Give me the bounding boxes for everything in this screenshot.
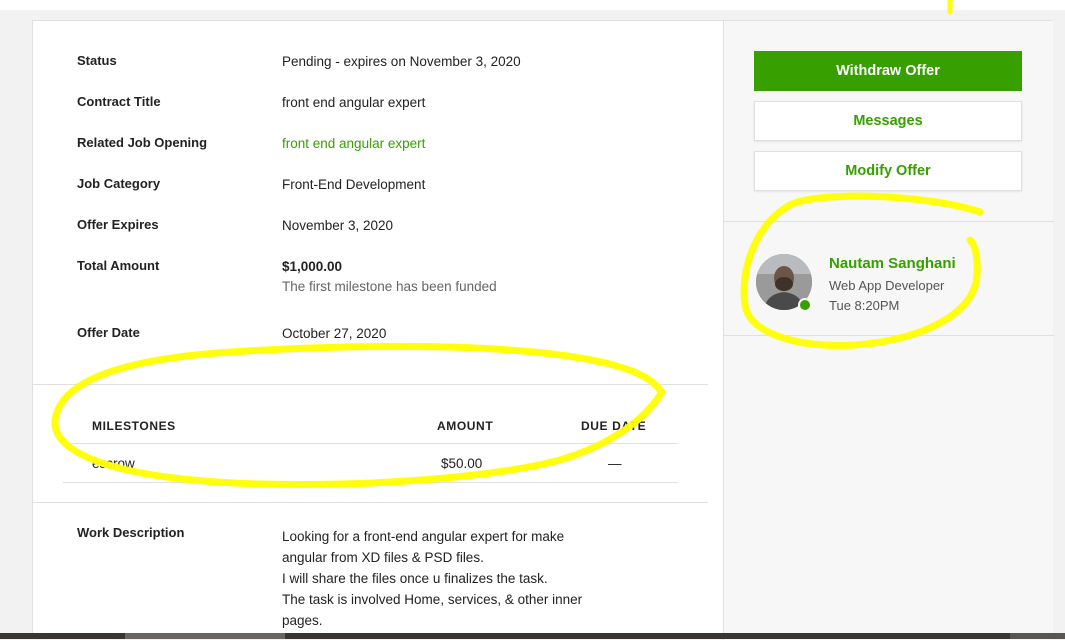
detail-label: Offer Expires bbox=[77, 217, 159, 232]
detail-label: Job Category bbox=[77, 176, 161, 191]
detail-value: front end angular expert bbox=[282, 95, 426, 110]
milestone-name: escrow bbox=[92, 456, 135, 471]
detail-label: Related Job Opening bbox=[77, 135, 208, 150]
top-strip bbox=[0, 0, 1065, 10]
detail-value: Pending - expires on November 3, 2020 bbox=[282, 54, 521, 69]
freelancer-title: Web App Developer bbox=[829, 278, 945, 293]
detail-value: Front-End Development bbox=[282, 177, 426, 192]
total-amount-value: $1,000.00 bbox=[282, 259, 343, 274]
description-line: The task is involved Home, services, & o… bbox=[282, 592, 583, 607]
work-description-label: Work Description bbox=[77, 525, 185, 540]
offer-card: Status Pending - expires on November 3, … bbox=[32, 20, 1054, 640]
milestones-header: MILESTONES bbox=[92, 419, 176, 433]
description-line: I will share the files once u finalizes … bbox=[282, 571, 548, 586]
amount-header: AMOUNT bbox=[437, 419, 494, 433]
detail-label: Total Amount bbox=[77, 258, 160, 273]
work-description-text: Looking for a front-end angular expert f… bbox=[282, 526, 582, 631]
related-job-link[interactable]: front end angular expert bbox=[282, 136, 425, 151]
freelancer-name-link[interactable]: Nautam Sanghani bbox=[829, 255, 956, 272]
milestone-due-date: — bbox=[608, 456, 622, 471]
freelancer-local-time: Tue 8:20PM bbox=[829, 298, 900, 313]
profile-divider bbox=[724, 335, 1054, 336]
description-line: Looking for a front-end angular expert f… bbox=[282, 529, 565, 544]
withdraw-offer-button[interactable]: Withdraw Offer bbox=[754, 51, 1022, 91]
messages-button[interactable]: Messages bbox=[754, 101, 1022, 141]
detail-label: Status bbox=[77, 53, 117, 68]
table-header-divider bbox=[63, 443, 678, 444]
funding-note: The first milestone has been funded bbox=[282, 279, 497, 294]
online-status-icon bbox=[798, 298, 812, 312]
modify-offer-button[interactable]: Modify Offer bbox=[754, 151, 1022, 191]
milestone-amount: $50.00 bbox=[441, 456, 483, 471]
detail-value: October 27, 2020 bbox=[282, 326, 387, 341]
bottom-taskbar-strip bbox=[0, 633, 1065, 639]
taskbar-segment bbox=[125, 633, 285, 639]
taskbar-segment bbox=[1010, 633, 1065, 639]
detail-value: November 3, 2020 bbox=[282, 218, 394, 233]
description-line: angular from XD files & PSD files. bbox=[282, 550, 484, 565]
description-line: pages. bbox=[282, 613, 323, 628]
detail-label: Offer Date bbox=[77, 325, 140, 340]
offer-actions-pane: Withdraw Offer Messages Modify Offer Nau… bbox=[723, 21, 1054, 640]
due-date-header: DUE DATE bbox=[581, 419, 647, 433]
section-divider bbox=[33, 384, 708, 385]
detail-label: Contract Title bbox=[77, 94, 161, 109]
table-row-divider bbox=[63, 482, 678, 483]
actions-divider bbox=[724, 221, 1054, 222]
section-divider bbox=[33, 502, 708, 503]
offer-details-pane: Status Pending - expires on November 3, … bbox=[33, 21, 723, 640]
